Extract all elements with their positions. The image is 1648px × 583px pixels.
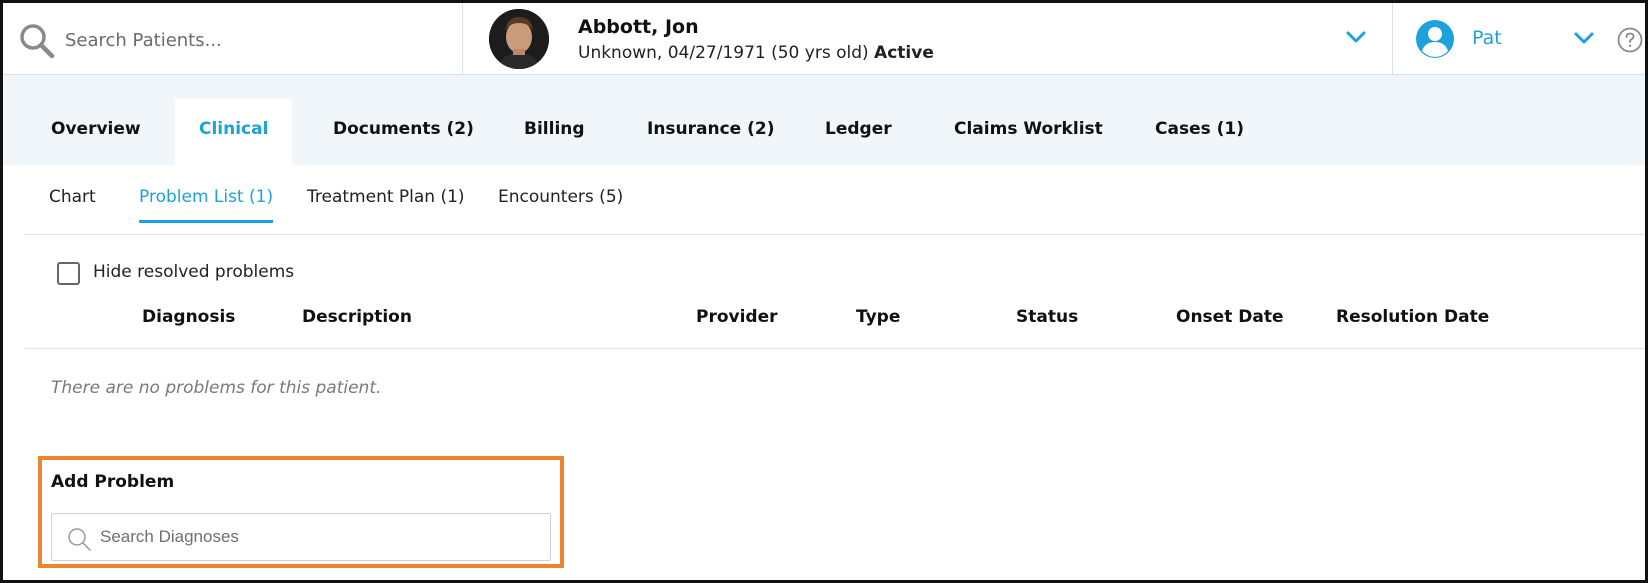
column-header-type[interactable]: Type — [856, 307, 900, 327]
chevron-down-icon[interactable] — [1345, 29, 1367, 45]
column-header-provider[interactable]: Provider — [696, 307, 778, 327]
app-window: Abbott, Jon Unknown, 04/27/1971 (50 yrs … — [0, 0, 1648, 583]
patient-search — [3, 3, 463, 75]
patient-demographics: Unknown, 04/27/1971 (50 yrs old) — [578, 43, 869, 63]
tab-clinical[interactable]: Clinical — [175, 99, 293, 165]
subtab-encounters[interactable]: Encounters (5) — [498, 187, 623, 223]
diagnosis-search-input[interactable] — [100, 524, 540, 550]
tab-cases[interactable]: Cases (1) — [1131, 99, 1268, 165]
patient-photo — [489, 9, 549, 69]
top-bar: Abbott, Jon Unknown, 04/27/1971 (50 yrs … — [3, 3, 1645, 75]
patient-search-input[interactable] — [65, 25, 445, 55]
user-avatar-icon — [1416, 20, 1454, 58]
column-header-onset-date[interactable]: Onset Date — [1176, 307, 1284, 327]
column-header-diagnosis[interactable]: Diagnosis — [142, 307, 235, 327]
search-icon — [68, 528, 91, 551]
subtab-chart[interactable]: Chart — [49, 187, 96, 223]
column-header-description[interactable]: Description — [302, 307, 412, 327]
hide-resolved-checkbox[interactable] — [57, 262, 80, 285]
tab-overview[interactable]: Overview — [27, 99, 165, 165]
patient-banner[interactable]: Abbott, Jon Unknown, 04/27/1971 (50 yrs … — [463, 3, 1393, 75]
sub-tabs: Chart Problem List (1) Treatment Plan (1… — [25, 165, 1645, 235]
tab-documents[interactable]: Documents (2) — [309, 99, 498, 165]
user-menu[interactable]: Pat — [1393, 3, 1645, 75]
patient-status: Active — [874, 43, 934, 63]
column-header-resolution-date[interactable]: Resolution Date — [1336, 307, 1489, 327]
chevron-down-icon[interactable] — [1573, 30, 1595, 46]
search-icon[interactable] — [17, 21, 57, 61]
patient-details: Unknown, 04/27/1971 (50 yrs old) Active — [578, 43, 934, 63]
patient-name: Abbott, Jon — [578, 16, 699, 38]
clinical-panel: Chart Problem List (1) Treatment Plan (1… — [25, 165, 1645, 580]
add-problem-section: Add Problem — [38, 456, 564, 568]
problem-table-header: Diagnosis Description Provider Type Stat… — [25, 295, 1645, 349]
empty-table-message: There are no problems for this patient. — [51, 378, 382, 398]
tab-ledger[interactable]: Ledger — [801, 99, 916, 165]
main-tabs: Overview Clinical Documents (2) Billing … — [3, 75, 1645, 165]
tab-billing[interactable]: Billing — [500, 99, 609, 165]
diagnosis-search[interactable] — [51, 513, 551, 561]
help-icon[interactable] — [1617, 27, 1643, 53]
tab-claims-worklist[interactable]: Claims Worklist — [930, 99, 1127, 165]
user-name: Pat — [1472, 27, 1502, 49]
hide-resolved-label[interactable]: Hide resolved problems — [93, 262, 294, 282]
tab-insurance[interactable]: Insurance (2) — [623, 99, 799, 165]
subtab-treatment-plan[interactable]: Treatment Plan (1) — [307, 187, 465, 223]
subtab-problem-list[interactable]: Problem List (1) — [139, 187, 274, 223]
add-problem-title: Add Problem — [51, 472, 175, 492]
column-header-status[interactable]: Status — [1016, 307, 1078, 327]
